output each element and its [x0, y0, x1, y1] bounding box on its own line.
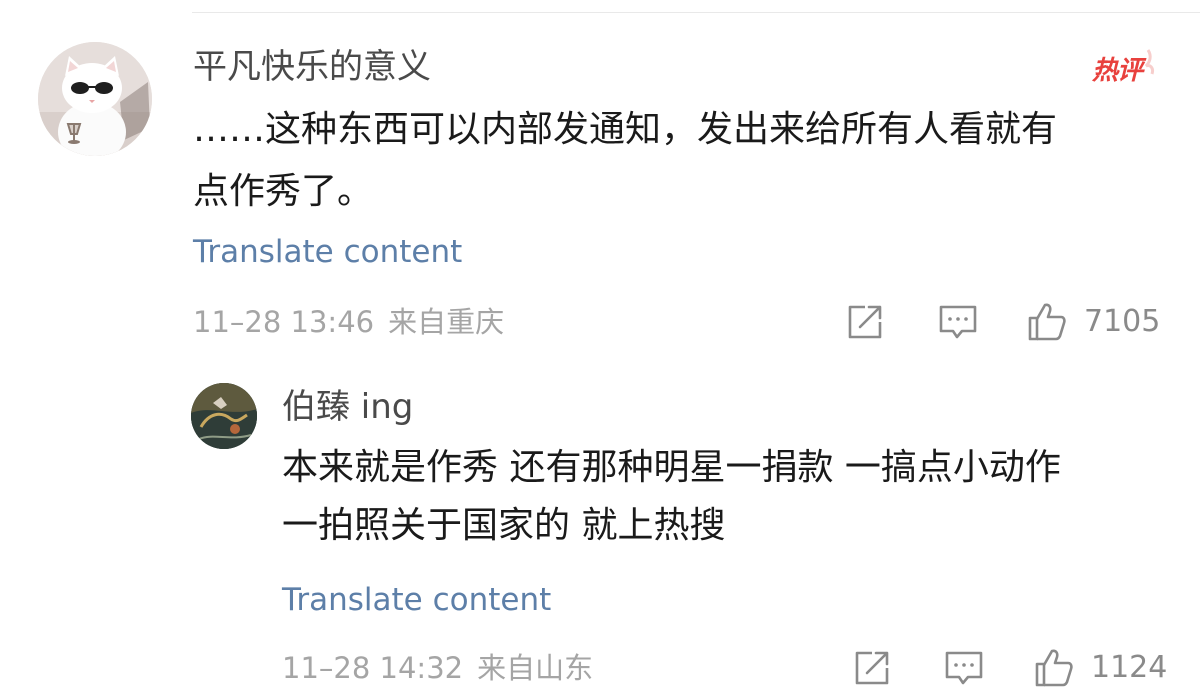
hot-comment-badge: 热评: [1090, 48, 1156, 86]
like-count: 7105: [1084, 304, 1161, 339]
translate-content-link[interactable]: Translate content: [193, 232, 462, 272]
comment-meta: 11–28 13:46 来自重庆: [193, 302, 518, 342]
comment-date: 11–28 13:46: [193, 305, 375, 339]
username[interactable]: 平凡快乐的意义: [193, 47, 431, 87]
thumbs-up-icon: [1028, 303, 1066, 341]
thumbs-up-icon: [1035, 649, 1073, 687]
reply-like-count: 1124: [1091, 650, 1168, 685]
cat-avatar-icon: [38, 42, 152, 156]
reply-avatar[interactable]: [191, 383, 257, 449]
share-icon: [855, 651, 889, 685]
translate-content-link[interactable]: Translate content: [282, 580, 551, 620]
painting-avatar-icon: [191, 383, 257, 449]
comment-button[interactable]: [938, 302, 978, 342]
reply-share-button[interactable]: [852, 648, 892, 688]
comment-icon: [939, 305, 977, 339]
top-divider: [192, 12, 1200, 13]
like-button[interactable]: [1027, 302, 1067, 342]
reply-comment-button[interactable]: [944, 648, 984, 688]
comment-text-line: 点作秀了。: [193, 171, 374, 212]
reply-text-line: 本来就是作秀 还有那种明星一捐款 一搞点小动作: [282, 447, 1061, 488]
reply-like-button[interactable]: [1034, 648, 1074, 688]
reply-date: 11–28 14:32: [282, 651, 464, 685]
reply-meta: 11–28 14:32 来自山东: [282, 648, 607, 688]
avatar[interactable]: [38, 42, 152, 156]
reply-username[interactable]: 伯臻 ing: [282, 387, 413, 427]
reply-text-line: 一拍照关于国家的 就上热搜: [282, 505, 726, 546]
comment-text-line: ……这种东西可以内部发通知，发出来给所有人看就有: [193, 109, 1058, 150]
share-button[interactable]: [845, 302, 885, 342]
share-icon: [848, 305, 882, 339]
reply-location: 来自山东: [477, 651, 594, 685]
flame-decoration-icon: [1144, 49, 1154, 75]
comment-location: 来自重庆: [388, 305, 505, 339]
comment-icon: [945, 651, 983, 685]
